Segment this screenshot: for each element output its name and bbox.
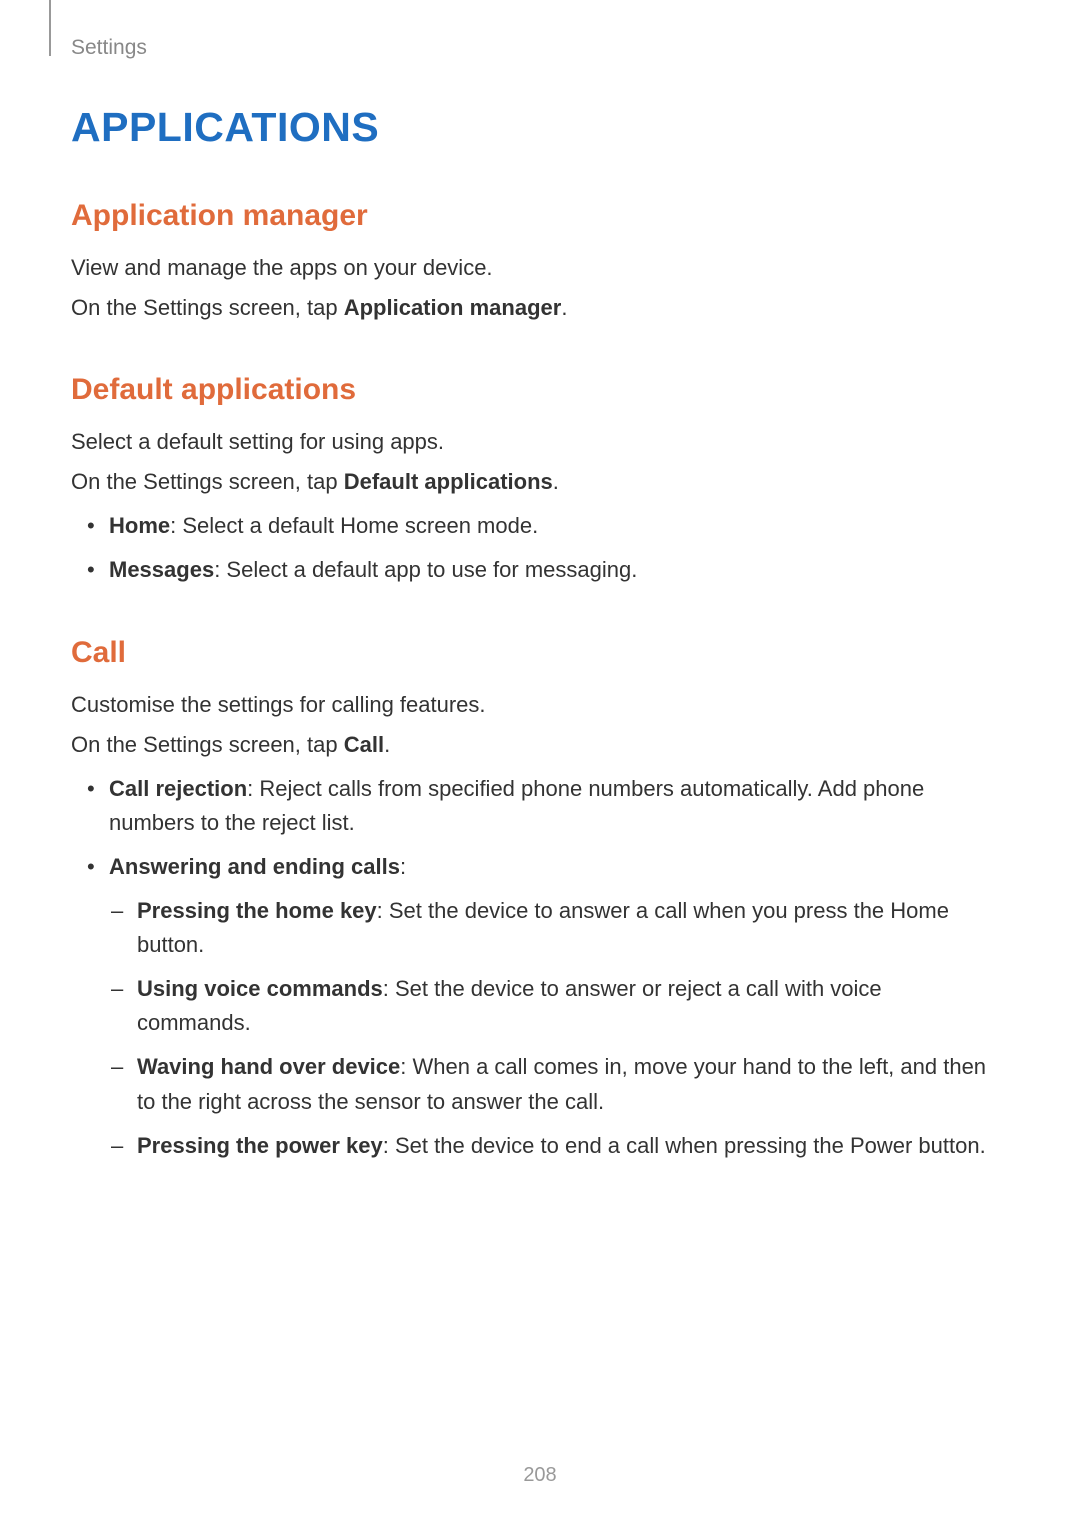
- text-span: .: [384, 732, 390, 757]
- bold-text: Answering and ending calls: [109, 854, 400, 879]
- bold-text: Waving hand over device: [137, 1054, 400, 1079]
- bullet-list: Home: Select a default Home screen mode.…: [71, 509, 991, 587]
- bullet-list: Call rejection: Reject calls from specif…: [71, 772, 991, 1163]
- text-span: :: [400, 854, 406, 879]
- text-span: : Select a default Home screen mode.: [170, 513, 538, 538]
- sub-bullet-list: Pressing the home key : Set the device to…: [109, 894, 991, 1163]
- bold-text: Default applications: [344, 469, 553, 494]
- text-span: .: [561, 295, 567, 320]
- page-content: APPLICATIONS Application manager View an…: [71, 104, 991, 1211]
- body-text: On the Settings screen, tap Default appl…: [71, 465, 991, 499]
- bold-text: Call: [344, 732, 384, 757]
- section-heading: Default applications: [71, 373, 991, 407]
- section-default-applications: Default applications Select a default se…: [71, 373, 991, 587]
- section-heading: Application manager: [71, 199, 991, 233]
- list-item: Answering and ending calls: Pressing the…: [71, 850, 991, 1163]
- body-text: Select a default setting for using apps.: [71, 425, 991, 459]
- text-span: .: [553, 469, 559, 494]
- list-item: Call rejection: Reject calls from specif…: [71, 772, 991, 840]
- text-span: On the Settings screen, tap: [71, 732, 344, 757]
- text-span: On the Settings screen, tap: [71, 469, 344, 494]
- bold-text: Call rejection: [109, 776, 247, 801]
- bold-text: Messages: [109, 557, 214, 582]
- list-item: Messages: Select a default app to use fo…: [71, 553, 991, 587]
- body-text: Customise the settings for calling featu…: [71, 688, 991, 722]
- breadcrumb: Settings: [71, 36, 147, 60]
- body-text: On the Settings screen, tap Call.: [71, 728, 991, 762]
- list-item: Home: Select a default Home screen mode.: [71, 509, 991, 543]
- page-title: APPLICATIONS: [71, 104, 991, 151]
- body-text: On the Settings screen, tap Application …: [71, 291, 991, 325]
- text-span: On the Settings screen, tap: [71, 295, 344, 320]
- bold-text: Pressing the power key: [137, 1133, 383, 1158]
- text-span: : Set the device to end a call when pres…: [383, 1133, 986, 1158]
- section-heading: Call: [71, 636, 991, 670]
- bold-text: Using voice commands: [137, 976, 383, 1001]
- bold-text: Application manager: [344, 295, 562, 320]
- bold-text: Pressing the home key: [137, 898, 377, 923]
- list-item: Pressing the home key: Set the device to…: [109, 894, 991, 962]
- list-item: Pressing the power key: Set the device t…: [109, 1129, 991, 1163]
- section-application-manager: Application manager View and manage the …: [71, 199, 991, 325]
- text-span: : Select a default app to use for messag…: [214, 557, 637, 582]
- page-corner-mark: [49, 0, 51, 56]
- section-call: Call Customise the settings for calling …: [71, 636, 991, 1163]
- bold-text: Home: [109, 513, 170, 538]
- page-number: 208: [0, 1464, 1080, 1487]
- list-item: Waving hand over device: When a call com…: [109, 1050, 991, 1118]
- body-text: View and manage the apps on your device.: [71, 251, 991, 285]
- list-item: Using voice commands: Set the device to …: [109, 972, 991, 1040]
